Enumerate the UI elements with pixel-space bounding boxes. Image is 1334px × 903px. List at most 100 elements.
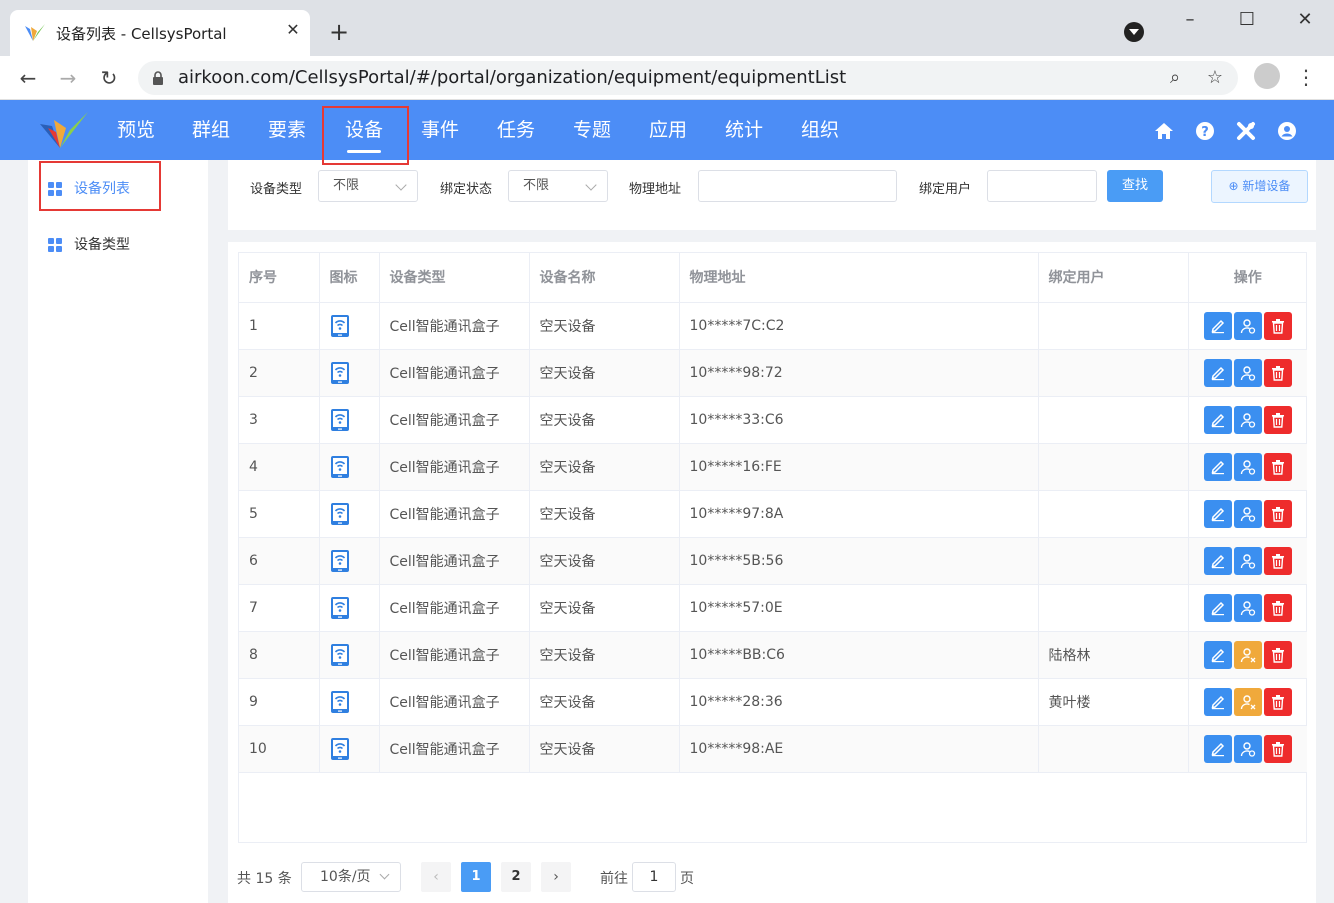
forward-icon[interactable]: →	[54, 64, 82, 92]
nav-item-elements[interactable]: 要素	[267, 100, 307, 160]
cell-type: Cell智能通讯盒子	[379, 443, 530, 491]
bind-user-button[interactable]	[1233, 546, 1262, 575]
new-tab-icon[interactable]: +	[326, 19, 352, 45]
bind-status-select[interactable]: 不限	[508, 170, 608, 202]
cell-type: Cell智能通讯盒子	[379, 349, 530, 397]
plus-circle-icon: ⊕	[1228, 179, 1243, 193]
delete-button[interactable]	[1263, 640, 1292, 669]
edit-button[interactable]	[1203, 452, 1232, 481]
user-icon[interactable]	[1277, 121, 1297, 141]
pencil-icon	[1211, 648, 1224, 662]
bind-user-button[interactable]	[1233, 311, 1262, 340]
pagination: 共 15 条 10条/页 ‹ 1 2 › 前往 1 页	[228, 858, 1316, 898]
search-button[interactable]: 查找	[1107, 170, 1163, 202]
bind-user-input[interactable]	[987, 170, 1097, 202]
edit-button[interactable]	[1203, 311, 1232, 340]
table-panel: 序号 图标 设备类型 设备名称 物理地址 绑定用户 操作 1 Cell智能通讯盒子…	[228, 242, 1316, 903]
bind-user-button[interactable]	[1233, 499, 1262, 528]
bind-user-label: 绑定用户	[919, 182, 972, 197]
unbind-user-button[interactable]	[1233, 687, 1262, 716]
cell-icon	[319, 349, 380, 397]
delete-button[interactable]	[1263, 546, 1292, 575]
tab-close-icon[interactable]: ✕	[282, 19, 304, 41]
browser-menu-icon[interactable]: ⋮	[1296, 64, 1316, 90]
total-count: 共 15 条	[237, 871, 292, 887]
mac-input[interactable]	[698, 170, 897, 202]
unbind-user-button[interactable]	[1233, 640, 1262, 669]
cell-icon	[319, 443, 380, 491]
bind-user-button[interactable]	[1233, 358, 1262, 387]
nav-item-statistics[interactable]: 统计	[724, 100, 764, 160]
browser-tab[interactable]: 设备列表 - CellsysPortal ✕	[10, 10, 310, 56]
nav-item-preview[interactable]: 预览	[116, 100, 156, 160]
minimize-icon[interactable]: –	[1178, 8, 1202, 32]
wifi-device-icon	[330, 314, 349, 337]
page-button-1[interactable]: 1	[461, 862, 491, 892]
bookmark-star-icon[interactable]: ☆	[1204, 67, 1226, 89]
edit-button[interactable]	[1203, 734, 1232, 763]
wifi-device-icon	[330, 549, 349, 572]
lock-icon	[153, 71, 163, 85]
edit-button[interactable]	[1203, 499, 1232, 528]
cell-no: 9	[239, 678, 320, 726]
tools-icon[interactable]	[1236, 121, 1256, 141]
goto-page-input[interactable]: 1	[632, 862, 676, 892]
maximize-icon[interactable]: ☐	[1235, 8, 1259, 32]
nav-item-tasks[interactable]: 任务	[496, 100, 536, 160]
help-icon[interactable]: ?	[1195, 121, 1215, 141]
bind-user-button[interactable]	[1233, 593, 1262, 622]
nav-item-topics[interactable]: 专题	[572, 100, 612, 160]
nav-item-organization[interactable]: 组织	[800, 100, 840, 160]
browser-address-bar: ← → ↻ airkoon.com/CellsysPortal/#/portal…	[0, 56, 1334, 100]
prev-page-icon[interactable]: ‹	[421, 862, 451, 892]
table-row: 8 Cell智能通讯盒子 空天设备 10*****BB:C6 陆格林	[239, 631, 1307, 679]
sidebar: 设备列表 设备类型	[28, 160, 208, 903]
delete-button[interactable]	[1263, 734, 1292, 763]
nav-item-apps[interactable]: 应用	[648, 100, 688, 160]
nav-item-groups[interactable]: 群组	[191, 100, 231, 160]
zoom-icon[interactable]: ⌕	[1164, 67, 1186, 89]
device-type-select[interactable]: 不限	[318, 170, 418, 202]
add-device-button[interactable]: ⊕ 新增设备	[1211, 170, 1308, 203]
cell-user	[1038, 725, 1189, 773]
cell-no: 2	[239, 349, 320, 397]
delete-button[interactable]	[1263, 593, 1292, 622]
next-page-icon[interactable]: ›	[541, 862, 571, 892]
profile-avatar-icon[interactable]	[1254, 63, 1280, 89]
delete-button[interactable]	[1263, 405, 1292, 434]
delete-button[interactable]	[1263, 311, 1292, 340]
edit-button[interactable]	[1203, 687, 1232, 716]
back-icon[interactable]: ←	[14, 64, 42, 92]
cell-user	[1038, 302, 1189, 350]
edit-button[interactable]	[1203, 358, 1232, 387]
cell-actions	[1188, 537, 1307, 585]
sidebar-item-device-type[interactable]: 设备类型	[48, 233, 130, 257]
cell-type: Cell智能通讯盒子	[379, 725, 530, 773]
edit-button[interactable]	[1203, 546, 1232, 575]
delete-button[interactable]	[1263, 687, 1292, 716]
reload-icon[interactable]: ↻	[95, 64, 123, 92]
edit-button[interactable]	[1203, 405, 1232, 434]
table-row: 1 Cell智能通讯盒子 空天设备 10*****7C:C2	[239, 302, 1307, 350]
page-button-2[interactable]: 2	[501, 862, 531, 892]
user-link-icon	[1240, 553, 1255, 569]
tab-search-icon[interactable]	[1124, 22, 1144, 42]
cell-mac: 10*****98:72	[679, 349, 1039, 397]
nav-item-events[interactable]: 事件	[420, 100, 460, 160]
delete-button[interactable]	[1263, 358, 1292, 387]
bind-user-button[interactable]	[1233, 452, 1262, 481]
edit-button[interactable]	[1203, 593, 1232, 622]
edit-button[interactable]	[1203, 640, 1232, 669]
delete-button[interactable]	[1263, 452, 1292, 481]
home-icon[interactable]	[1154, 121, 1174, 141]
window-close-icon[interactable]: ✕	[1293, 8, 1317, 32]
page-size-select[interactable]: 10条/页	[301, 862, 401, 892]
delete-button[interactable]	[1263, 499, 1292, 528]
bind-user-button[interactable]	[1233, 734, 1262, 763]
url-input[interactable]: airkoon.com/CellsysPortal/#/portal/organ…	[138, 61, 1238, 95]
bind-user-button[interactable]	[1233, 405, 1262, 434]
browser-tab-bar: 设备列表 - CellsysPortal ✕ + – ☐ ✕	[0, 0, 1334, 56]
trash-icon	[1271, 553, 1284, 569]
header-no: 序号	[239, 253, 320, 303]
header-mac: 物理地址	[679, 253, 1039, 303]
